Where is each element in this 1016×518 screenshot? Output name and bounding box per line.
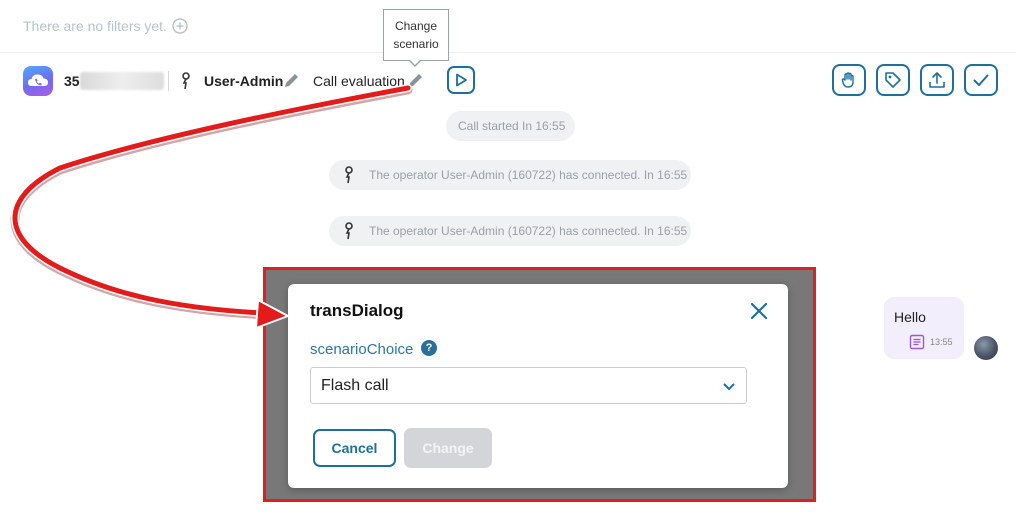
phone-number-redacted — [80, 72, 164, 90]
play-icon — [456, 73, 467, 87]
document-icon[interactable] — [909, 334, 925, 350]
scenario-select-value: Flash call — [321, 377, 389, 394]
change-scenario-pencil-icon[interactable] — [407, 72, 424, 89]
chat-message-text: Hello — [894, 309, 926, 325]
operator-icon — [345, 222, 353, 240]
scenario-select[interactable]: Flash call — [310, 367, 747, 404]
cloud-phone-app-icon — [23, 66, 53, 96]
operator-name: User-Admin — [204, 73, 284, 89]
tag-icon — [885, 72, 901, 88]
tag-button[interactable] — [876, 64, 910, 96]
system-message-text: Call started In 16:55 — [458, 119, 566, 133]
chat-message-time: 13:55 — [930, 337, 953, 347]
system-message-operator-connected: The operator User-Admin (160722) has con… — [329, 216, 691, 246]
client-avatar[interactable] — [974, 336, 998, 360]
export-button[interactable] — [920, 64, 954, 96]
chat-message-bubble: Hello 13:55 — [884, 297, 964, 359]
checkmark-icon — [973, 74, 989, 86]
close-icon[interactable] — [748, 300, 770, 322]
operator-icon — [182, 72, 190, 90]
change-scenario-dialog: transDialog scenarioChoice ? Flash call … — [288, 284, 788, 488]
system-message-operator-connected: The operator User-Admin (160722) has con… — [329, 160, 691, 190]
call-header: 35 User-Admin Call evaluation — [0, 60, 1016, 104]
cancel-button[interactable]: Cancel — [313, 429, 396, 467]
operator-icon — [345, 166, 353, 184]
phone-number: 35 — [64, 73, 80, 89]
header-divider — [168, 71, 169, 91]
scenario-choice-label: scenarioChoice — [310, 341, 414, 358]
change-button[interactable]: Change — [404, 428, 492, 468]
add-filter-icon[interactable] — [172, 18, 188, 34]
change-scenario-tooltip: Change scenario — [383, 9, 449, 61]
tooltip-line-1: Change — [394, 19, 438, 33]
play-button[interactable] — [447, 66, 475, 94]
hand-icon — [841, 72, 854, 88]
system-message-text: The operator User-Admin (160722) has con… — [369, 224, 688, 238]
help-icon[interactable]: ? — [421, 340, 437, 356]
complete-button[interactable] — [964, 64, 998, 96]
system-message-call-started: Call started In 16:55 — [446, 111, 575, 141]
upload-icon — [929, 72, 945, 88]
filters-bar: There are no filters yet. — [0, 0, 1016, 53]
tooltip-line-2: scenario — [393, 37, 439, 51]
filters-empty-text: There are no filters yet. — [23, 18, 167, 34]
edit-operator-pencil-icon[interactable] — [283, 72, 300, 89]
tooltip-pointer-fill — [409, 59, 421, 65]
dialog-title: transDialog — [310, 301, 404, 320]
system-message-text: The operator User-Admin (160722) has con… — [369, 168, 688, 182]
hold-hand-button[interactable] — [832, 64, 866, 96]
scenario-name: Call evaluation — [313, 73, 405, 89]
chevron-down-icon — [723, 383, 735, 390]
